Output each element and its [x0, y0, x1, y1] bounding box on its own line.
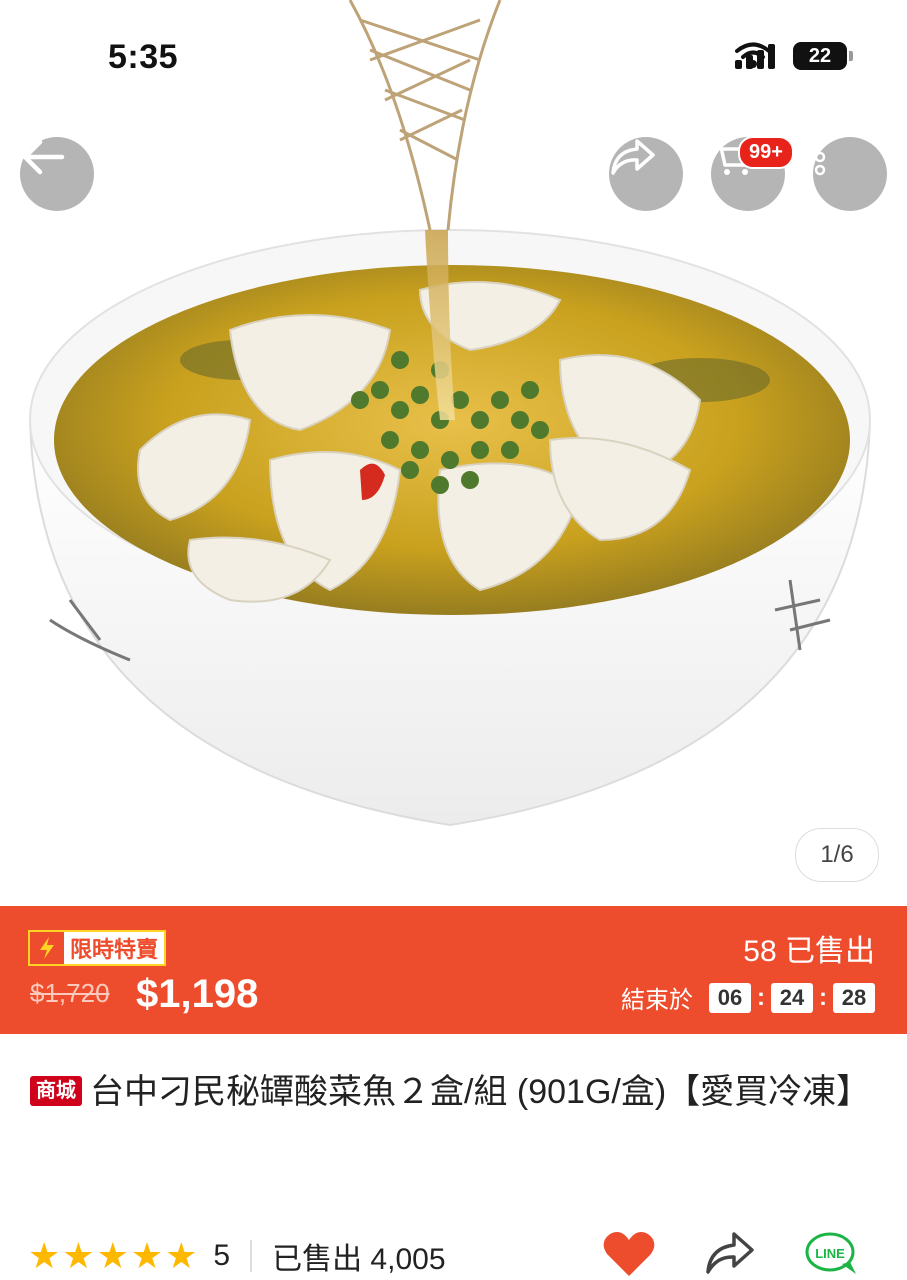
countdown-separator: :: [757, 983, 765, 1011]
rating-row[interactable]: ★ ★ ★ ★ ★ 5 已售出 4,005: [28, 1234, 446, 1278]
status-icons: 22: [735, 42, 853, 70]
share-icon: [611, 139, 655, 175]
product-title-block: 商城 台中刁民秘罈酸菜魚２盒/組 (901G/盒)【愛買冷凍】: [30, 1066, 880, 1118]
star-icon: ★: [96, 1235, 129, 1276]
countdown-hours: 06: [709, 982, 751, 1013]
product-image[interactable]: 5:35 22 99+ 1/6: [0, 0, 907, 906]
share-button[interactable]: [609, 137, 683, 211]
svg-text:LINE: LINE: [815, 1246, 845, 1261]
countdown-seconds: 28: [833, 982, 875, 1013]
star-icon: ★: [130, 1235, 164, 1276]
more-icon: [814, 138, 826, 176]
flash-sold-count: 58 已售出: [743, 935, 875, 968]
share-icon[interactable]: [704, 1230, 756, 1276]
heart-icon[interactable]: [602, 1230, 656, 1278]
sale-price: $1,198: [136, 972, 259, 1016]
wifi-icon: [735, 42, 771, 68]
divider: [250, 1240, 253, 1272]
rating-stars: ★ ★ ★ ★ ★: [28, 1238, 197, 1274]
countdown-separator: :: [819, 983, 827, 1011]
status-time: 5:35: [108, 38, 179, 76]
countdown-label: 結束於: [621, 987, 693, 1014]
star-icon: ★: [165, 1235, 198, 1276]
back-button[interactable]: [20, 137, 94, 211]
star-icon: ★: [62, 1235, 95, 1276]
image-pager: 1/6: [795, 828, 879, 882]
lightning-icon: [30, 932, 64, 964]
star-icon: ★: [28, 1235, 61, 1276]
rating-score: 5: [213, 1239, 231, 1272]
cart-count-badge: 99+: [738, 136, 794, 169]
battery-indicator: 22: [793, 42, 853, 70]
mall-badge: 商城: [30, 1076, 82, 1106]
flash-sale-label: 限時特賣: [64, 932, 165, 964]
total-sold: 已售出 4,005: [272, 1243, 446, 1276]
countdown-minutes: 24: [771, 982, 813, 1013]
more-button[interactable]: [813, 137, 887, 211]
line-icon[interactable]: LINE: [804, 1230, 860, 1278]
back-arrow-icon: [22, 139, 65, 175]
product-title: 台中刁民秘罈酸菜魚２盒/組 (901G/盒)【愛買冷凍】: [90, 1073, 871, 1111]
flash-sale-tag: 限時特賣: [28, 930, 167, 966]
countdown: 結束於 06 : 24 : 28: [621, 980, 875, 1015]
original-price: $1,720: [30, 978, 110, 1008]
